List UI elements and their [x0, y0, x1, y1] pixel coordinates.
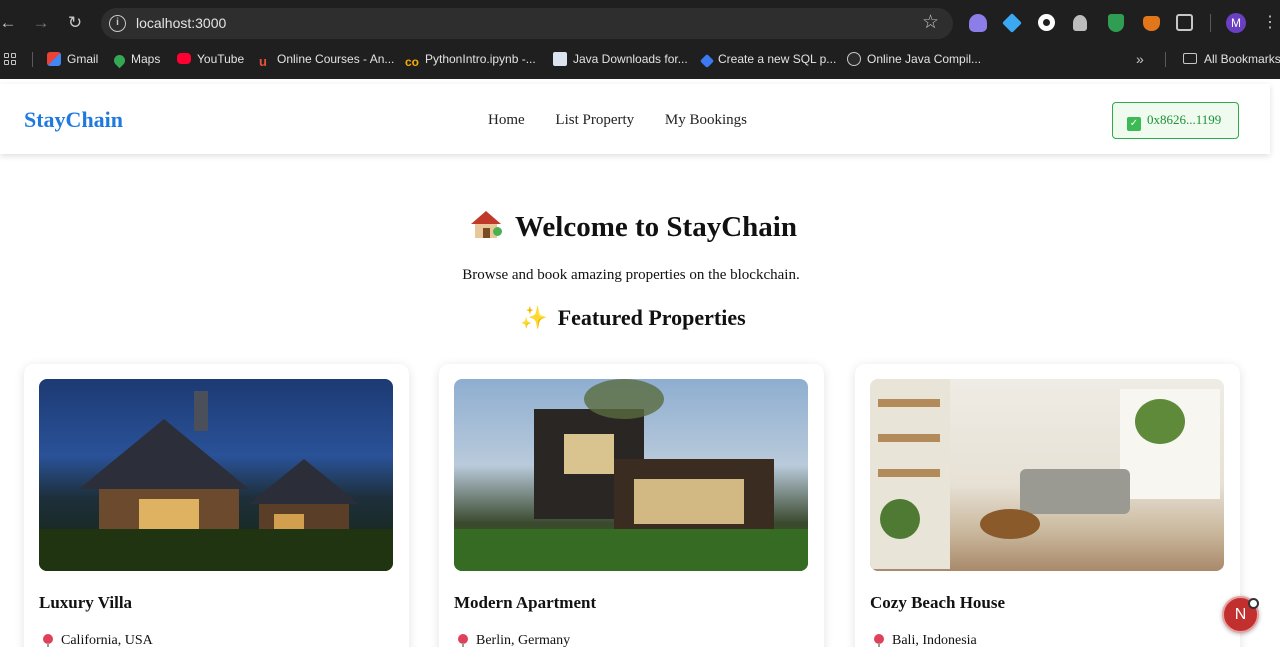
- folder-icon: [1183, 53, 1197, 64]
- browser-menu-icon[interactable]: ⋮: [1262, 12, 1278, 34]
- nav-my-bookings-link[interactable]: My Bookings: [665, 112, 747, 128]
- site-info-icon[interactable]: i: [109, 15, 126, 32]
- property-image-apartment: [454, 379, 808, 571]
- bookmark-label: Create a new SQL p...: [718, 52, 837, 66]
- property-title: Modern Apartment: [454, 593, 597, 612]
- featured-heading-text: Featured Properties: [557, 305, 746, 330]
- property-title: Cozy Beach House: [870, 593, 1006, 612]
- courses-icon: u: [259, 54, 267, 69]
- bookmark-label: Gmail: [67, 52, 99, 66]
- property-card-cozy-beach-house[interactable]: Cozy Beach House Bali, Indonesia: [855, 364, 1240, 647]
- bookmark-maps[interactable]: Maps: [111, 51, 161, 69]
- extension-diamond-icon[interactable]: [1002, 13, 1022, 33]
- profile-avatar[interactable]: M: [1226, 13, 1246, 33]
- nav-links: Home List Property My Bookings: [488, 110, 774, 130]
- reload-icon[interactable]: ↻: [64, 12, 86, 34]
- property-location-text: California, USA: [61, 633, 153, 647]
- property-location: Berlin, Germany: [454, 632, 570, 647]
- forward-icon[interactable]: →: [30, 12, 52, 34]
- nav-list-property-link[interactable]: List Property: [555, 112, 634, 128]
- address-bar[interactable]: i localhost:3000 ☆: [101, 8, 953, 39]
- bookmark-label: YouTube: [197, 52, 245, 66]
- bookmark-youtube[interactable]: YouTube: [177, 51, 244, 69]
- bookmark-label: Maps: [131, 52, 161, 66]
- apps-grid-icon[interactable]: [4, 53, 17, 66]
- bookmark-sql[interactable]: Create a new SQL p...: [699, 51, 837, 69]
- sparkles-icon: ✨: [520, 306, 548, 331]
- check-icon: ✓: [1127, 117, 1141, 131]
- property-card-luxury-villa[interactable]: Luxury Villa California, USA: [24, 364, 409, 647]
- hero-title-text: Welcome to StayChain: [515, 211, 797, 243]
- bookmark-label: Online Java Compil...: [867, 52, 982, 66]
- bookmark-online-courses[interactable]: u Online Courses - An...: [259, 51, 394, 69]
- wallet-connected-button[interactable]: ✓ 0x8626...1199: [1112, 102, 1239, 139]
- back-icon[interactable]: ←: [0, 12, 19, 34]
- hero-subtitle: Browse and book amazing properties on th…: [462, 267, 800, 283]
- house-icon: [471, 211, 503, 239]
- browser-chrome: ← → ↻ i localhost:3000 ☆ M ⋮ Gmail Maps …: [0, 0, 1280, 79]
- maps-icon: [111, 52, 128, 69]
- property-image-villa: [39, 379, 393, 571]
- bookmark-gmail[interactable]: Gmail: [47, 51, 98, 69]
- property-location: California, USA: [39, 632, 153, 647]
- property-image-beach-house: [870, 379, 1224, 571]
- toolbar-divider: [1210, 14, 1211, 32]
- property-card-modern-apartment[interactable]: Modern Apartment Berlin, Germany: [439, 364, 824, 647]
- all-bookmarks-label: All Bookmarks: [1204, 52, 1280, 66]
- bookmarks-bar: Gmail Maps YouTube u Online Courses - An.…: [0, 46, 1280, 73]
- bookmark-label: Online Courses - An...: [277, 52, 395, 66]
- more-bookmarks-icon[interactable]: »: [1136, 51, 1144, 68]
- pin-icon: [874, 634, 884, 647]
- extension-shield-icon[interactable]: [1108, 14, 1124, 32]
- wallet-address: 0x8626...1199: [1147, 112, 1222, 127]
- hero-title: Welcome to StayChain: [0, 209, 1268, 245]
- property-location-text: Berlin, Germany: [476, 633, 571, 647]
- extension-download-icon[interactable]: [1073, 15, 1087, 31]
- colab-icon: co: [405, 55, 420, 69]
- bookmarks-divider: [1165, 52, 1166, 67]
- all-bookmarks-button[interactable]: All Bookmarks: [1183, 51, 1280, 68]
- url-text[interactable]: localhost:3000: [136, 15, 226, 32]
- bookmark-label: PythonIntro.ipynb -...: [425, 52, 536, 66]
- bookmark-java-downloads[interactable]: Java Downloads for...: [553, 51, 688, 69]
- featured-heading: ✨ Featured Properties: [0, 304, 1266, 333]
- compiler-icon: [847, 52, 861, 66]
- bookmark-star-icon[interactable]: ☆: [922, 12, 939, 34]
- brand-logo[interactable]: StayChain: [24, 107, 123, 133]
- extensions-puzzle-icon[interactable]: [1176, 14, 1193, 31]
- youtube-icon: [177, 53, 191, 64]
- property-location: Bali, Indonesia: [870, 632, 977, 647]
- bookmark-label: Java Downloads for...: [573, 52, 688, 66]
- browser-toolbar: ← → ↻ i localhost:3000 ☆ M ⋮: [0, 0, 1280, 46]
- extension-ghost-icon[interactable]: [969, 14, 987, 32]
- pin-icon: [43, 634, 53, 647]
- dev-badge-indicator: [1248, 598, 1259, 609]
- page-content: StayChain Home List Property My Bookings…: [0, 79, 1280, 647]
- nav-home-link[interactable]: Home: [488, 112, 525, 128]
- property-location-text: Bali, Indonesia: [892, 633, 977, 647]
- java-icon: [553, 52, 567, 66]
- bookmarks-divider: [32, 52, 33, 67]
- bookmark-python-intro[interactable]: co PythonIntro.ipynb -...: [405, 51, 536, 69]
- sql-icon: [699, 53, 715, 69]
- property-title: Luxury Villa: [39, 593, 133, 612]
- extension-fox-icon[interactable]: [1143, 16, 1160, 31]
- site-navbar: StayChain Home List Property My Bookings…: [0, 84, 1270, 154]
- gmail-icon: [47, 52, 61, 66]
- bookmark-java-compiler[interactable]: Online Java Compil...: [847, 51, 981, 69]
- pin-icon: [458, 634, 468, 647]
- extension-circle-icon[interactable]: [1038, 14, 1055, 31]
